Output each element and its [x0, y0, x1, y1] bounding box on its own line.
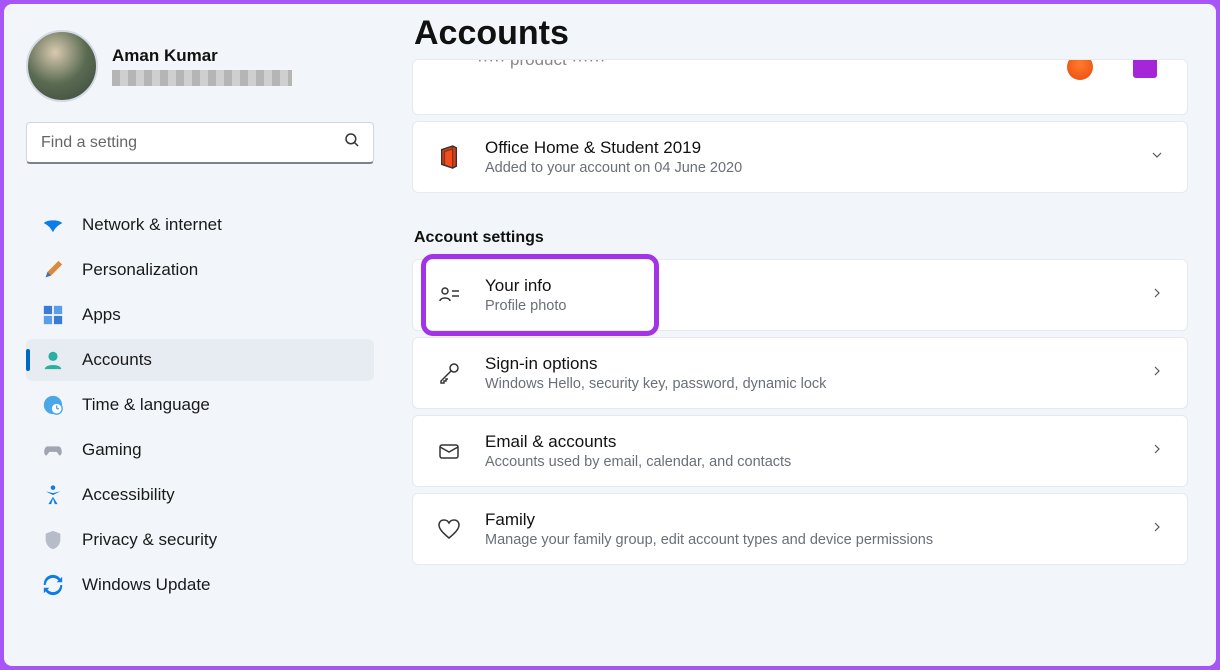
card-title: Email & accounts	[485, 432, 1127, 452]
user-block[interactable]: Aman Kumar	[26, 30, 374, 102]
chevron-down-icon	[1149, 147, 1165, 168]
sidebar-item-time[interactable]: Time & language	[26, 384, 374, 426]
card-title: Sign-in options	[485, 354, 1127, 374]
card-subtitle: Profile photo	[485, 298, 1127, 314]
card-title: Family	[485, 510, 1127, 530]
card-sign-in-options[interactable]: Sign-in options Windows Hello, security …	[412, 337, 1188, 409]
avatar	[26, 30, 98, 102]
card-subtitle: Windows Hello, security key, password, d…	[485, 376, 1127, 392]
settings-window: Aman Kumar Network & internet Persona	[4, 4, 1216, 666]
nav-label: Accessibility	[82, 485, 175, 505]
card-office[interactable]: Office Home & Student 2019 Added to your…	[412, 121, 1188, 193]
card-body: Your info Profile photo	[485, 276, 1127, 314]
sidebar-item-network[interactable]: Network & internet	[26, 204, 374, 246]
badge-row	[1067, 59, 1157, 80]
section-label: Account settings	[414, 229, 1188, 247]
card-product-truncated[interactable]: ····· product ······	[412, 59, 1188, 115]
card-body: Family Manage your family group, edit ac…	[485, 510, 1127, 548]
sidebar-item-personalization[interactable]: Personalization	[26, 249, 374, 291]
card-body: Office Home & Student 2019 Added to your…	[485, 138, 1127, 176]
card-subtitle: Added to your account on 04 June 2020	[485, 160, 1127, 176]
wifi-icon	[42, 214, 64, 236]
nav-label: Privacy & security	[82, 530, 217, 550]
card-subtitle: Manage your family group, edit account t…	[485, 532, 1127, 548]
chevron-right-icon	[1149, 285, 1165, 306]
user-email-redacted	[112, 70, 292, 86]
apps-icon	[42, 304, 64, 326]
chevron-right-icon	[1149, 363, 1165, 384]
card-subtitle: Accounts used by email, calendar, and co…	[485, 454, 1127, 470]
clock-globe-icon	[42, 394, 64, 416]
office-icon	[435, 143, 463, 171]
gamepad-icon	[42, 439, 64, 461]
card-title: Office Home & Student 2019	[485, 138, 1127, 158]
mail-icon	[435, 437, 463, 465]
paintbrush-icon	[42, 259, 64, 281]
sidebar: Aman Kumar Network & internet Persona	[4, 4, 394, 666]
shield-icon	[42, 529, 64, 551]
card-body: Sign-in options Windows Hello, security …	[485, 354, 1127, 392]
nav-label: Personalization	[82, 260, 198, 280]
card-your-info[interactable]: Your info Profile photo	[412, 259, 1188, 331]
person-icon	[42, 349, 64, 371]
family-heart-icon	[435, 515, 463, 543]
user-name: Aman Kumar	[112, 46, 292, 66]
user-text: Aman Kumar	[112, 46, 292, 86]
app-badge-icon	[1133, 59, 1157, 78]
sidebar-item-accessibility[interactable]: Accessibility	[26, 474, 374, 516]
search-box[interactable]	[26, 122, 374, 164]
nav-label: Gaming	[82, 440, 142, 460]
nav: Network & internet Personalization Apps …	[26, 204, 374, 606]
sidebar-item-privacy[interactable]: Privacy & security	[26, 519, 374, 561]
card-title: Your info	[485, 276, 1127, 296]
sidebar-item-update[interactable]: Windows Update	[26, 564, 374, 606]
sidebar-item-gaming[interactable]: Gaming	[26, 429, 374, 471]
search-input[interactable]	[41, 134, 343, 152]
sync-icon	[42, 574, 64, 596]
search-icon	[343, 131, 361, 154]
chevron-right-icon	[1149, 519, 1165, 540]
nav-label: Time & language	[82, 395, 210, 415]
nav-label: Windows Update	[82, 575, 211, 595]
nav-label: Apps	[82, 305, 121, 325]
card-body: Email & accounts Accounts used by email,…	[485, 432, 1127, 470]
profile-card-icon	[435, 281, 463, 309]
app-badge-icon	[1067, 59, 1093, 80]
sidebar-item-accounts[interactable]: Accounts	[26, 339, 374, 381]
nav-label: Network & internet	[82, 215, 222, 235]
accessibility-icon	[42, 484, 64, 506]
page-title: Accounts	[414, 14, 1188, 53]
key-icon	[435, 359, 463, 387]
nav-label: Accounts	[82, 350, 152, 370]
card-email-accounts[interactable]: Email & accounts Accounts used by email,…	[412, 415, 1188, 487]
main-panel: Accounts ····· product ······ Office Hom…	[394, 4, 1216, 666]
chevron-right-icon	[1149, 441, 1165, 462]
sidebar-item-apps[interactable]: Apps	[26, 294, 374, 336]
truncated-text: ····· product ······	[477, 59, 605, 70]
card-family[interactable]: Family Manage your family group, edit ac…	[412, 493, 1188, 565]
